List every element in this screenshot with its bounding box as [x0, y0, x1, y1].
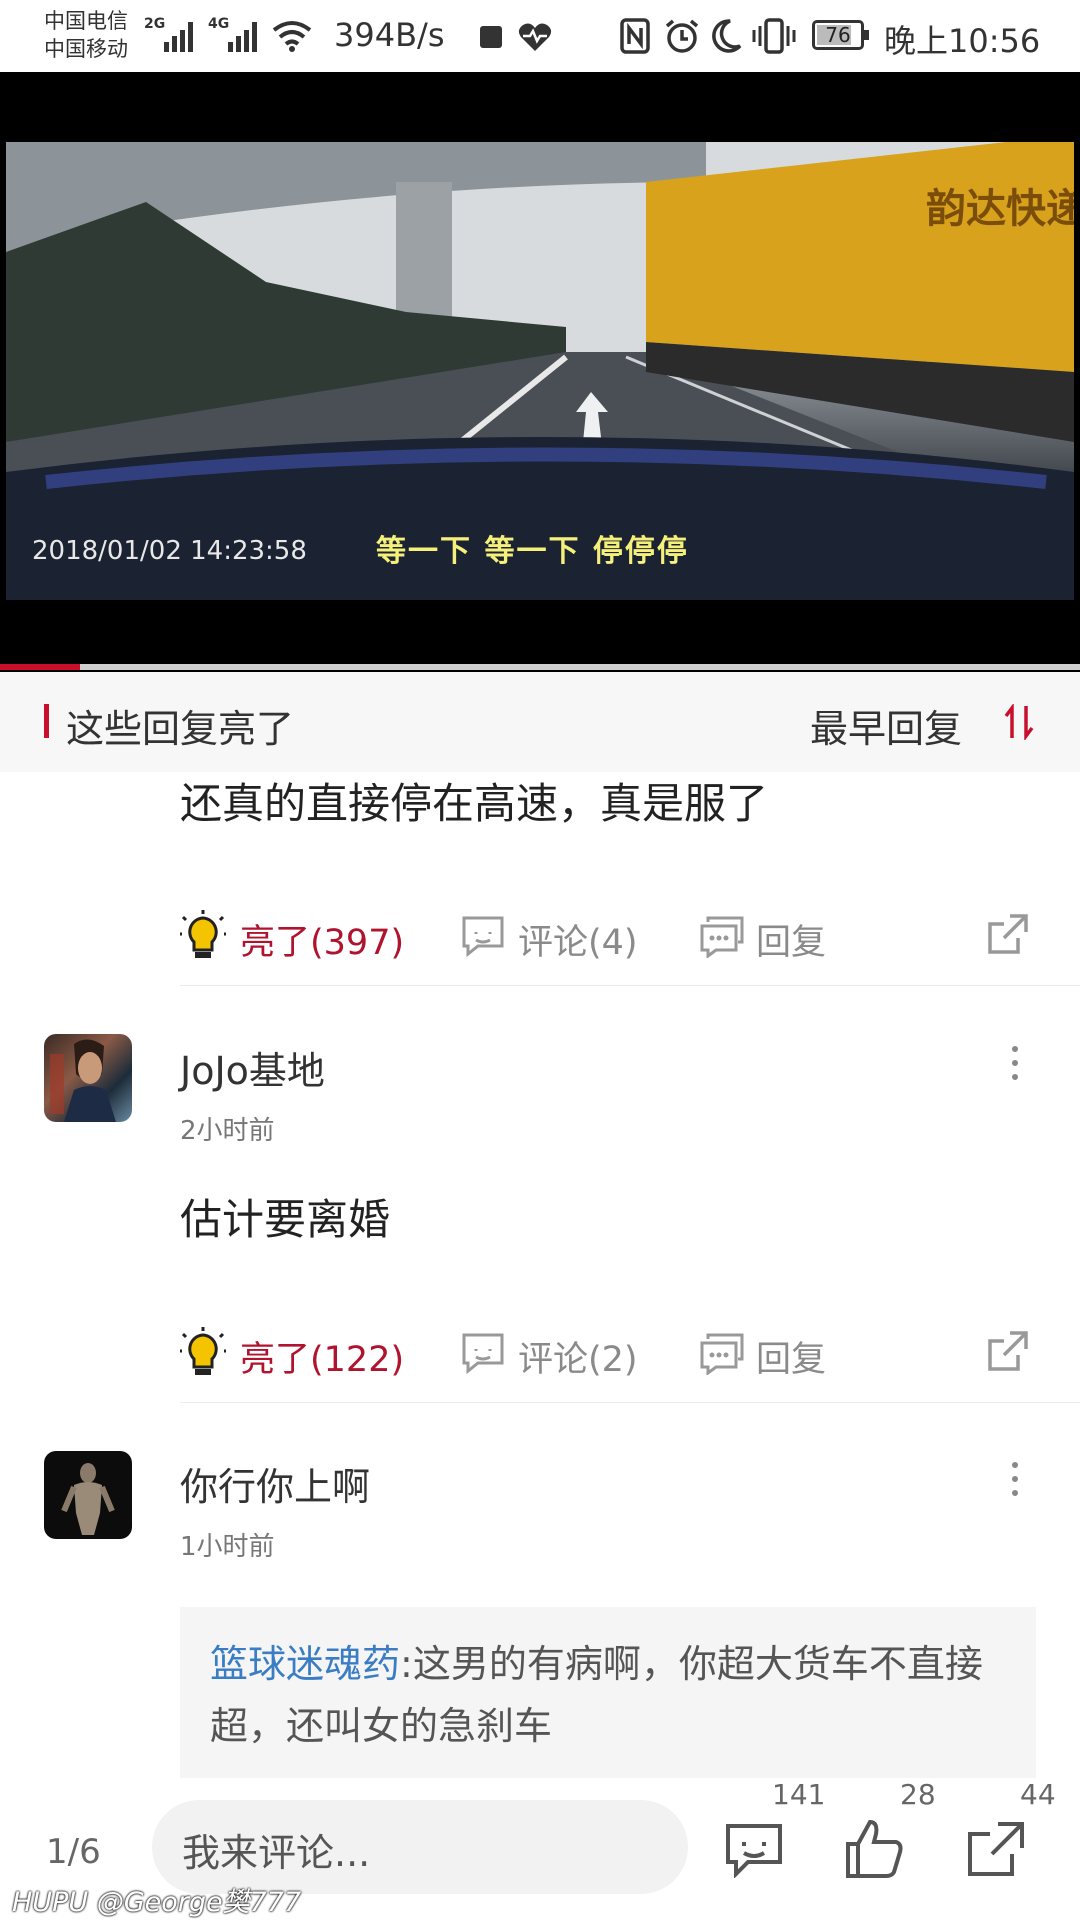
carrier-1: 中国电信	[44, 9, 128, 33]
video-subtitle: 等一下 等一下 停停停	[376, 534, 689, 569]
do-not-disturb-moon-icon	[712, 19, 742, 53]
like-count[interactable]: 亮了(122)	[240, 1331, 404, 1382]
notification-square-icon	[480, 26, 502, 48]
quoted-author-link[interactable]: 篮球迷魂药	[210, 1642, 400, 1686]
comment-username[interactable]: 你行你上啊	[180, 1456, 370, 1511]
watermark: HUPU @George樊777	[12, 1887, 302, 1918]
comment-actions: 亮了(397) 评论(4) 回复	[180, 908, 1060, 968]
comments-icon[interactable]	[724, 1822, 784, 1878]
video-progress-bar[interactable]	[0, 664, 1080, 670]
more-options-icon[interactable]	[1012, 1046, 1022, 1088]
svg-text:韵达快递: 韵达快递	[926, 187, 1074, 231]
quoted-reply[interactable]: 篮球迷魂药:这男的有病啊，你超大货车不直接超，还叫女的急刹车	[180, 1607, 1036, 1783]
health-heart-icon	[518, 23, 552, 51]
like-count[interactable]: 亮了(397)	[240, 914, 404, 965]
bottom-bar: 1/6 我来评论... 141 28 44 HUPU @George樊777	[0, 1778, 1080, 1920]
comment-count[interactable]: 评论(2)	[518, 1331, 638, 1382]
avatar[interactable]	[44, 1451, 132, 1539]
wifi-icon	[272, 21, 312, 52]
video-player[interactable]: 韵达快递 等一下 等一下 停停停 2018/01/02 14:23:58	[0, 72, 1080, 672]
comment-body: 估计要离婚	[180, 1195, 391, 1244]
comment-time: 2小时前	[180, 1116, 275, 1146]
divider	[180, 1402, 1080, 1403]
status-bar: 中国电信 中国移动 2G 4G 394B/s 76 晚上10:56	[0, 0, 1080, 72]
share-icon[interactable]	[986, 1329, 1030, 1373]
section-header: 这些回复亮了 最早回复	[0, 672, 1080, 772]
sort-button[interactable]: 最早回复	[810, 698, 962, 753]
reply-button[interactable]: 回复	[756, 914, 826, 965]
share-icon[interactable]	[986, 912, 1030, 956]
carrier-2: 中国移动	[44, 37, 128, 61]
video-progress-fill	[0, 664, 80, 670]
reply-icon[interactable]	[698, 1331, 746, 1375]
page-indicator[interactable]: 1/6	[46, 1832, 101, 1872]
reply-icon[interactable]	[698, 914, 746, 958]
quoted-reply-text: 篮球迷魂药:这男的有病啊，你超大货车不直接超，还叫女的急刹车	[210, 1642, 983, 1748]
network-speed: 394B/s	[334, 16, 445, 54]
sort-arrows-icon[interactable]	[1004, 704, 1034, 740]
comment-username[interactable]: JoJo基地	[180, 1040, 325, 1095]
video-timestamp: 2018/01/02 14:23:58	[32, 536, 307, 566]
comment-icon[interactable]	[460, 914, 506, 958]
more-options-icon[interactable]	[1012, 1462, 1022, 1504]
share-total-badge: 44	[1020, 1778, 1056, 1811]
battery-icon: 76	[812, 20, 869, 50]
section-accent-bar	[44, 704, 49, 738]
comment-time: 1小时前	[180, 1532, 275, 1562]
alarm-icon	[665, 19, 699, 53]
share-icon[interactable]	[966, 1820, 1026, 1878]
comment-total-badge: 141	[772, 1778, 826, 1811]
comment-count[interactable]: 评论(4)	[518, 914, 638, 965]
nfc-icon	[620, 18, 650, 54]
thumbs-up-icon[interactable]	[844, 1818, 904, 1880]
avatar[interactable]	[44, 1034, 132, 1122]
lightbulb-icon[interactable]	[180, 910, 226, 962]
vibrate-icon	[752, 18, 796, 54]
clock: 晚上10:56	[884, 22, 1041, 60]
comment-actions: 亮了(122) 评论(2) 回复	[180, 1325, 1060, 1385]
comment-icon[interactable]	[460, 1331, 506, 1375]
comment-body: 还真的直接停在高速，真是服了	[180, 779, 769, 828]
comment-input-placeholder: 我来评论...	[182, 1831, 371, 1875]
like-total-badge: 28	[900, 1778, 936, 1811]
divider	[180, 985, 1080, 986]
lightbulb-icon[interactable]	[180, 1327, 226, 1379]
reply-button[interactable]: 回复	[756, 1331, 826, 1382]
video-frame[interactable]: 韵达快递 等一下 等一下 停停停 2018/01/02 14:23:58	[6, 142, 1074, 600]
section-title: 这些回复亮了	[66, 707, 295, 751]
